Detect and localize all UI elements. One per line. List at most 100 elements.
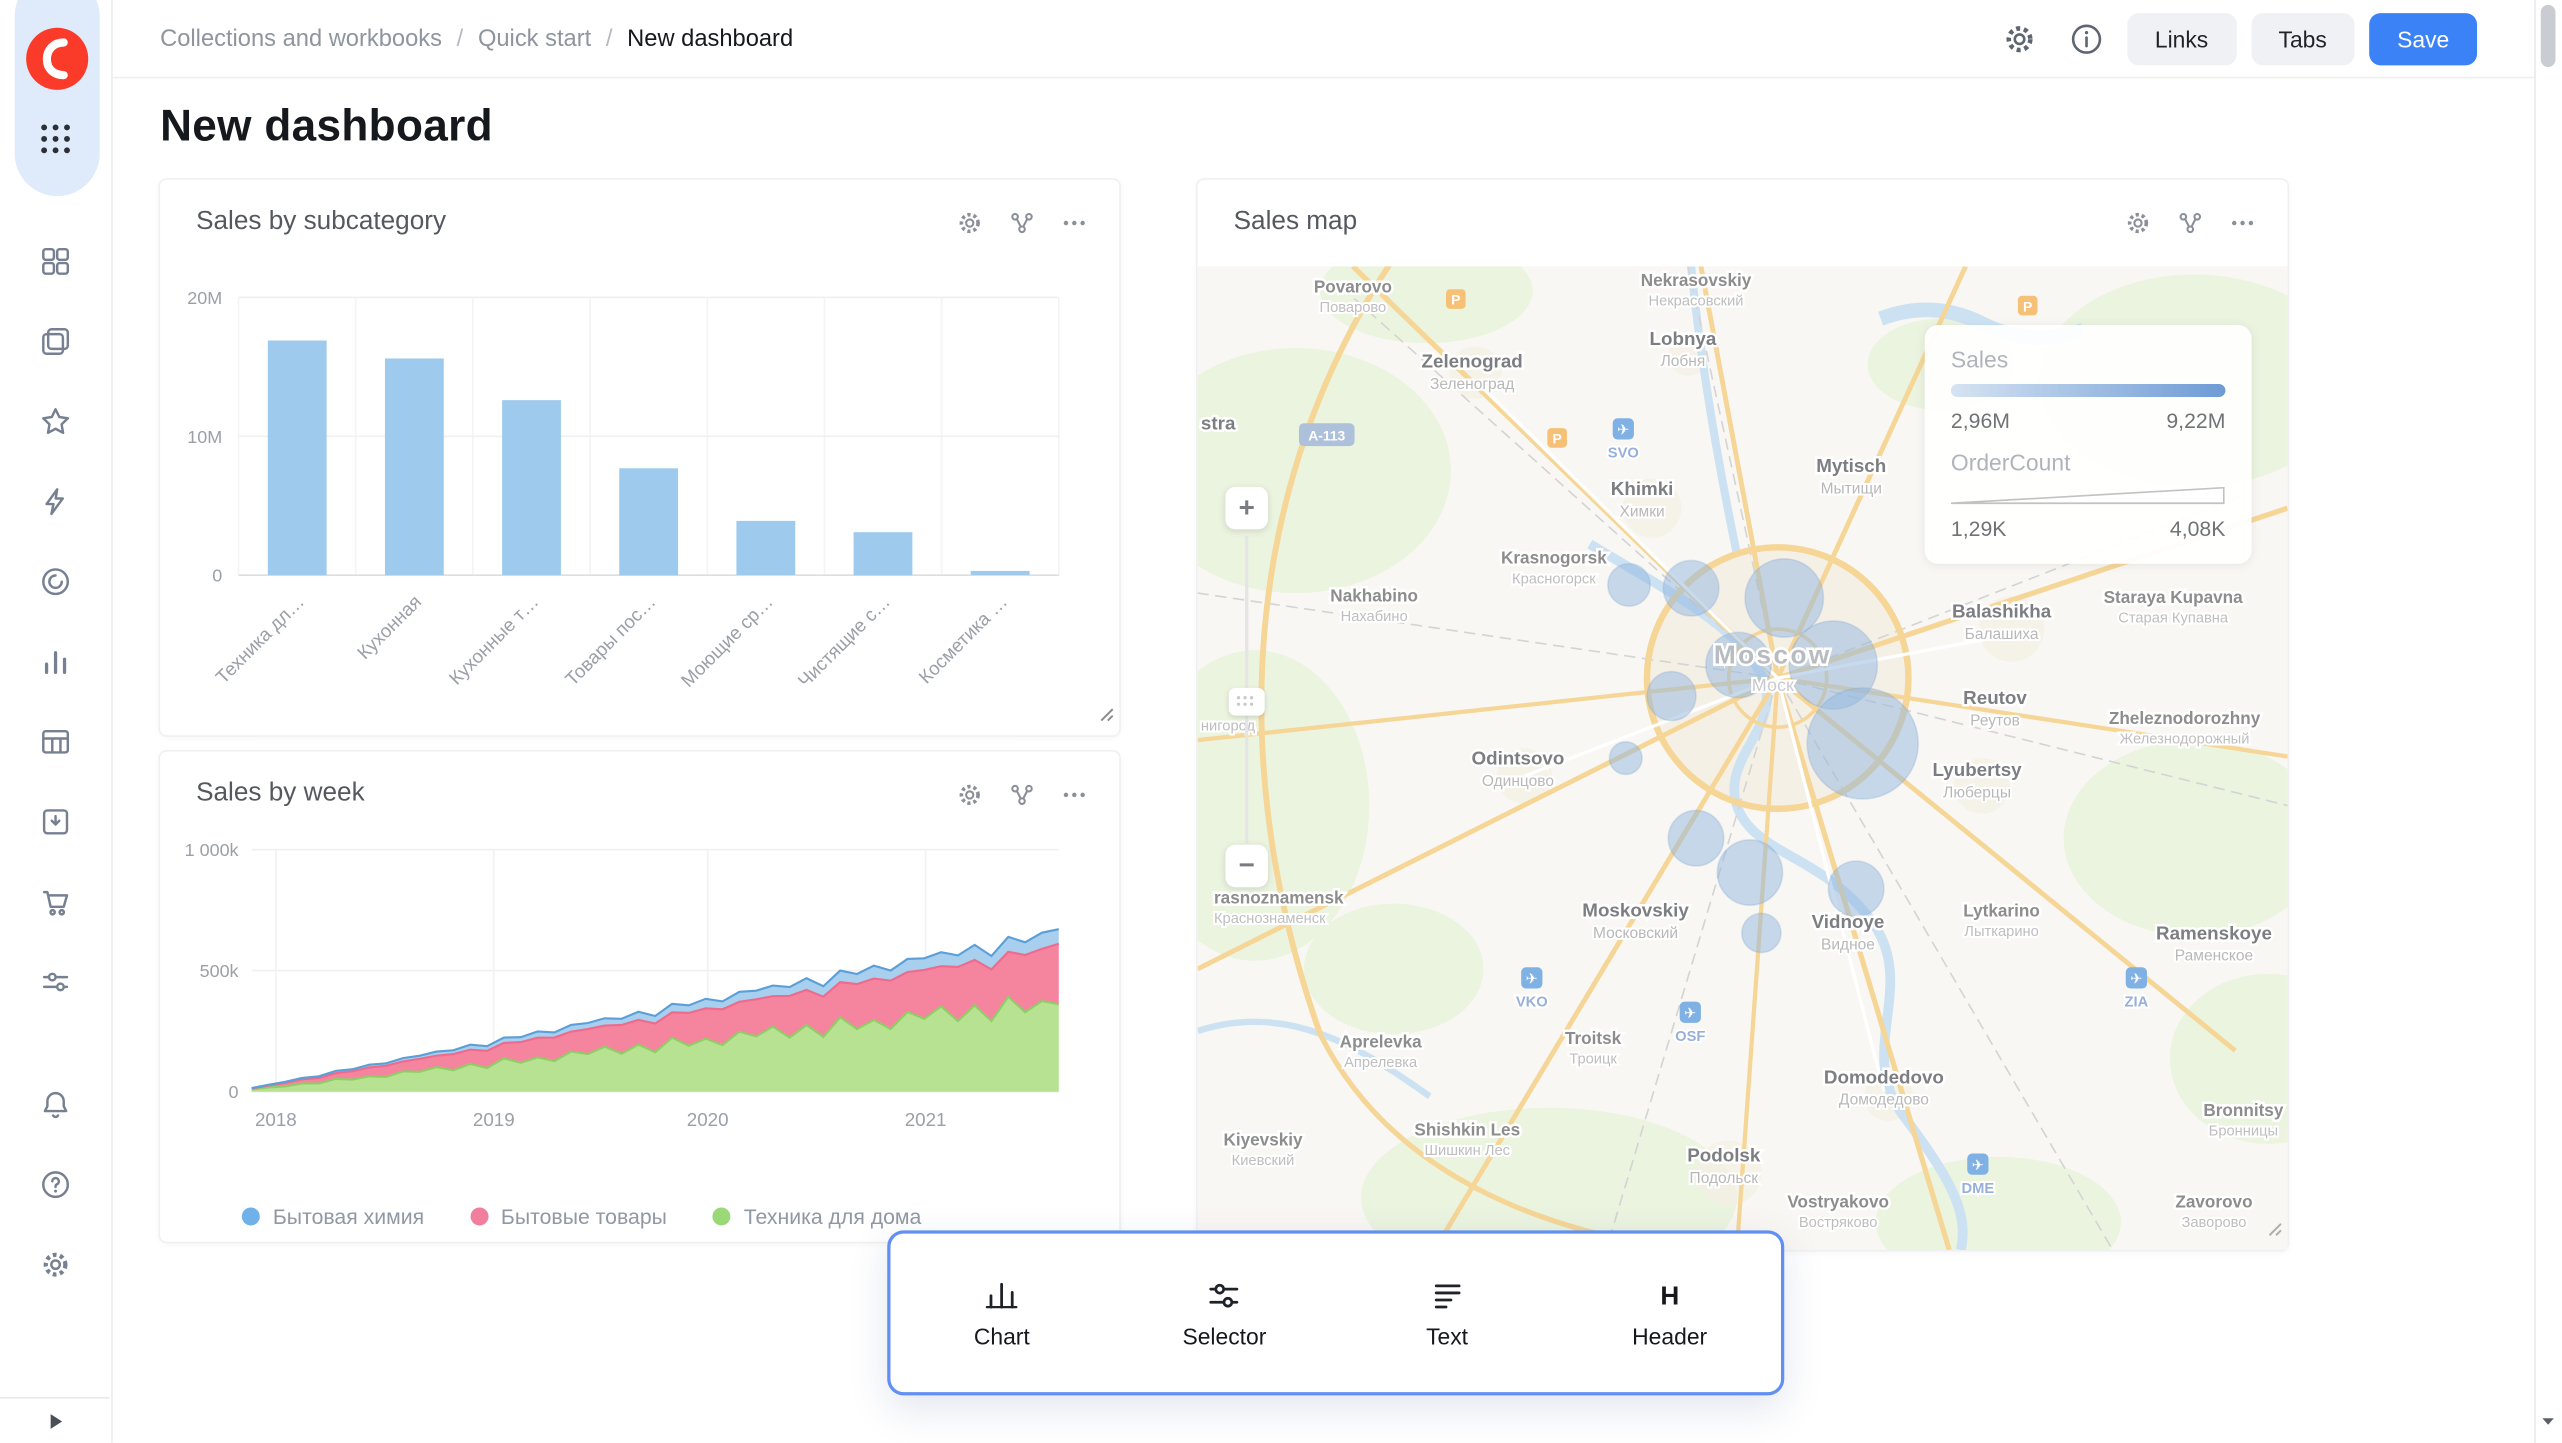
sidebar-item-datasets[interactable] — [26, 712, 85, 771]
widget-sales-map[interactable]: Sales map — [1198, 180, 2288, 1250]
sidebar-item-notifications[interactable] — [26, 1075, 85, 1134]
vertical-scrollbar[interactable] — [2534, 0, 2562, 1443]
svg-text:2020: 2020 — [687, 1109, 729, 1130]
sidebar-item-settings[interactable] — [26, 1235, 85, 1294]
map-place-label: Lobnya — [1650, 328, 1717, 349]
apps-grid-button[interactable] — [31, 114, 80, 163]
map-place-label: Reutov — [1963, 687, 2027, 708]
map-zoom-control: + − — [1225, 487, 1267, 529]
widget-more-button[interactable] — [2219, 199, 2265, 245]
resize-icon — [2266, 1221, 2282, 1237]
widget-more-button[interactable] — [1051, 199, 1097, 245]
ordercount-max: 4,08K — [2170, 516, 2226, 541]
zoom-out-button[interactable]: − — [1225, 845, 1267, 887]
widget-settings-button[interactable] — [946, 771, 992, 817]
widget-settings-button[interactable] — [2114, 199, 2160, 245]
sidebar-item-workbooks[interactable] — [26, 312, 85, 371]
map-place-label: rasnoznamensk — [1214, 888, 1344, 908]
map-place-label: Vidnoye — [1812, 911, 1885, 932]
zoom-in-button[interactable]: + — [1225, 487, 1267, 529]
map-place-label: Staraya Kupavna — [2104, 587, 2244, 607]
sidebar-item-monitoring[interactable] — [26, 552, 85, 611]
map-place-label: Podolsk — [1687, 1145, 1761, 1166]
bar-chart-svg[interactable]: 20M10M0Техника дл…КухоннаяКухонные т…Тов… — [160, 255, 1080, 732]
gear-icon — [955, 780, 983, 808]
map-place-label: Vostryakovo — [1787, 1191, 1889, 1211]
sidebar-item-charts[interactable] — [26, 632, 85, 691]
scrollbar-thumb[interactable] — [2541, 5, 2556, 67]
scroll-down-button[interactable] — [2541, 1407, 2556, 1436]
sidebar-item-marketplace[interactable] — [26, 873, 85, 932]
sales-max: 9,22M — [2166, 408, 2225, 433]
map-place-label: Zelenograd — [1422, 351, 1523, 372]
svg-text:1 000k: 1 000k — [185, 840, 240, 860]
week-chart-svg[interactable]: 1 000k500k02018201920202021 — [160, 827, 1080, 1154]
add-chart-button[interactable]: Chart — [912, 1276, 1092, 1350]
dashboard-settings-button[interactable] — [1993, 12, 2045, 64]
widget-sales-by-subcategory[interactable]: Sales by subcategory — [160, 180, 1119, 736]
legend-item[interactable]: Бытовые товары — [470, 1204, 667, 1229]
selector-icon — [1205, 1276, 1244, 1315]
tabs-button[interactable]: Tabs — [2251, 12, 2355, 64]
sidebar-item-services[interactable] — [26, 953, 85, 1012]
add-selector-button[interactable]: Selector — [1135, 1276, 1315, 1350]
add-text-button[interactable]: Text — [1357, 1276, 1537, 1350]
widget-actions — [2114, 199, 2264, 245]
legend-dot — [470, 1207, 488, 1225]
map-place-label: Khimki — [1611, 478, 1674, 499]
resize-handle[interactable] — [1098, 701, 1114, 730]
relations-icon — [1007, 208, 1035, 236]
resize-handle[interactable] — [2266, 1216, 2282, 1245]
map-place-sublabel: Заворово — [2181, 1215, 2246, 1231]
sidebar-item-quick-start[interactable] — [26, 472, 85, 531]
add-widget-panel: Chart Selector Text H Header — [887, 1230, 1784, 1395]
links-button[interactable]: Links — [2127, 12, 2236, 64]
widget-links-button[interactable] — [998, 199, 1044, 245]
svg-text:A-113: A-113 — [1308, 427, 1345, 443]
datalens-logo[interactable] — [23, 25, 92, 94]
map-place-label: Ramenskoye — [2156, 923, 2272, 944]
map-place-sublabel: Видное — [1821, 936, 1875, 953]
bar-chart-icon — [39, 645, 72, 678]
info-icon — [2068, 20, 2104, 56]
map-place-sublabel: Лобня — [1661, 353, 1706, 370]
sidebar-item-favorites[interactable] — [26, 392, 85, 451]
legend-item[interactable]: Техника для дома — [713, 1204, 922, 1229]
map-place-label: Povarovo — [1314, 276, 1392, 296]
map-viewport[interactable]: A-113РРР✈SVO✈VKO✈DME✈ZIA✈OSF PovarovoПов… — [1198, 266, 2288, 1250]
map-place-label: Domodedovo — [1824, 1066, 1944, 1087]
widget-more-button[interactable] — [1051, 771, 1097, 817]
widget-settings-button[interactable] — [946, 199, 992, 245]
legend-item[interactable]: Бытовая химия — [242, 1204, 424, 1229]
breadcrumb: Collections and workbooks / Quick start … — [160, 25, 793, 51]
widget-sales-by-week[interactable]: Sales by week — [160, 752, 1119, 1242]
sidebar-item-help[interactable] — [26, 1155, 85, 1214]
breadcrumb-quick-start[interactable]: Quick start — [478, 25, 591, 51]
widget-header[interactable]: Sales by week — [160, 752, 1119, 827]
sidebar-item-dashboards[interactable] — [26, 232, 85, 291]
legend-label: Техника для дома — [744, 1204, 922, 1229]
zoom-slider-thumb[interactable] — [1229, 688, 1265, 716]
sidebar-collapse-button[interactable] — [0, 1397, 109, 1443]
dashboard-info-button[interactable] — [2060, 12, 2112, 64]
sidebar-item-connections[interactable] — [26, 792, 85, 851]
add-header-button[interactable]: H Header — [1580, 1276, 1760, 1350]
widget-header[interactable]: Sales by subcategory — [160, 180, 1119, 255]
map-place-sublabel: Раменское — [2175, 948, 2253, 965]
breadcrumb-collections[interactable]: Collections and workbooks — [160, 25, 442, 51]
page-title: New dashboard — [160, 101, 493, 152]
map-place-sublabel: Московский — [1593, 925, 1678, 942]
map-place-label: Troitsk — [1565, 1028, 1622, 1048]
widget-links-button[interactable] — [998, 771, 1044, 817]
widget-actions — [946, 771, 1096, 817]
widget-links-button[interactable] — [2167, 199, 2213, 245]
apps-grid-icon — [31, 114, 80, 163]
save-button[interactable]: Save — [2369, 12, 2477, 64]
svg-text:DME: DME — [1962, 1181, 1995, 1197]
sales-min: 2,96M — [1951, 408, 2010, 433]
tiles-icon — [39, 245, 72, 278]
sidebar-nav — [26, 232, 85, 1011]
widget-header[interactable]: Sales map — [1198, 180, 2288, 255]
gear-icon — [39, 1248, 72, 1281]
map-place-sublabel: Шишкин Лес — [1425, 1143, 1510, 1159]
